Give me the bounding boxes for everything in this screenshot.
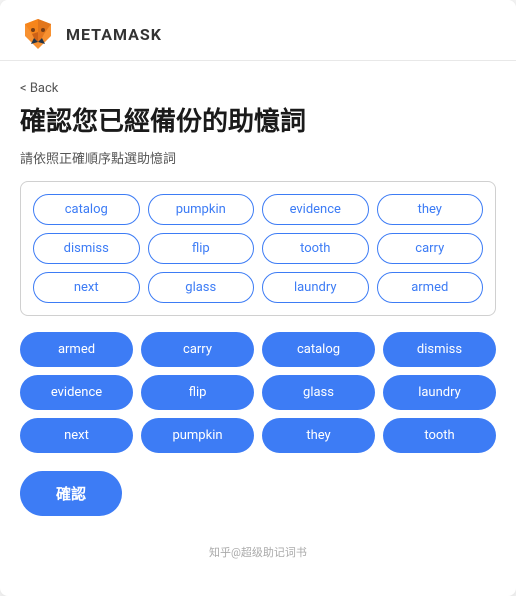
selected-word-chip[interactable]: catalog [262,332,375,367]
selected-word-chip[interactable]: glass [262,375,375,410]
metamask-logo-icon [20,16,56,52]
page-subtitle: 請依照正確順序點選助憶詞 [20,148,496,167]
word-pool-chip[interactable]: they [377,194,484,225]
word-pool-chip[interactable]: armed [377,272,484,303]
selected-words-grid: armedcarrycatalogdismiss evidenceflipglas… [20,332,496,453]
phone-frame: METAMASK < Back 確認您已經備份的助憶詞 請依照正確順序點選助憶詞… [0,0,516,596]
page-title: 確認您已經備份的助憶詞 [20,106,496,140]
back-link[interactable]: < Back [20,81,58,96]
selected-word-chip[interactable]: carry [141,332,254,367]
app-name: METAMASK [66,25,162,44]
selected-word-chip[interactable]: evidence [20,375,133,410]
word-pool-container: catalog pumpkinevidence they dismiss fliptoo… [20,181,496,316]
word-pool-chip[interactable]: evidence [262,194,369,225]
word-pool-grid: catalog pumpkinevidence they dismiss fliptoo… [33,194,483,303]
selected-word-chip[interactable]: dismiss [383,332,496,367]
word-pool-chip[interactable]: dismiss [33,233,140,264]
selected-word-chip[interactable]: next [20,418,133,453]
app-header: METAMASK [0,0,516,61]
selected-word-chip[interactable]: laundry [383,375,496,410]
word-pool-chip[interactable]: flip [148,233,255,264]
word-pool-chip[interactable]: carry [377,233,484,264]
selected-word-chip[interactable]: tooth [383,418,496,453]
selected-word-chip[interactable]: flip [141,375,254,410]
word-pool-chip[interactable]: laundry [262,272,369,303]
selected-word-chip[interactable]: they [262,418,375,453]
selected-word-chip[interactable]: armed [20,332,133,367]
selected-word-chip[interactable]: pumpkin [141,418,254,453]
word-pool-chip[interactable]: next [33,272,140,303]
word-pool-chip[interactable]: catalog [33,194,140,225]
main-content: < Back 確認您已經備份的助憶詞 請依照正確順序點選助憶詞 catalog p… [0,61,516,536]
confirm-button[interactable]: 確認 [20,471,122,516]
word-pool-chip[interactable]: pumpkin [148,194,255,225]
watermark: 知乎@超级助记词书 [0,536,516,564]
word-pool-chip[interactable]: tooth [262,233,369,264]
word-pool-chip[interactable]: glass [148,272,255,303]
